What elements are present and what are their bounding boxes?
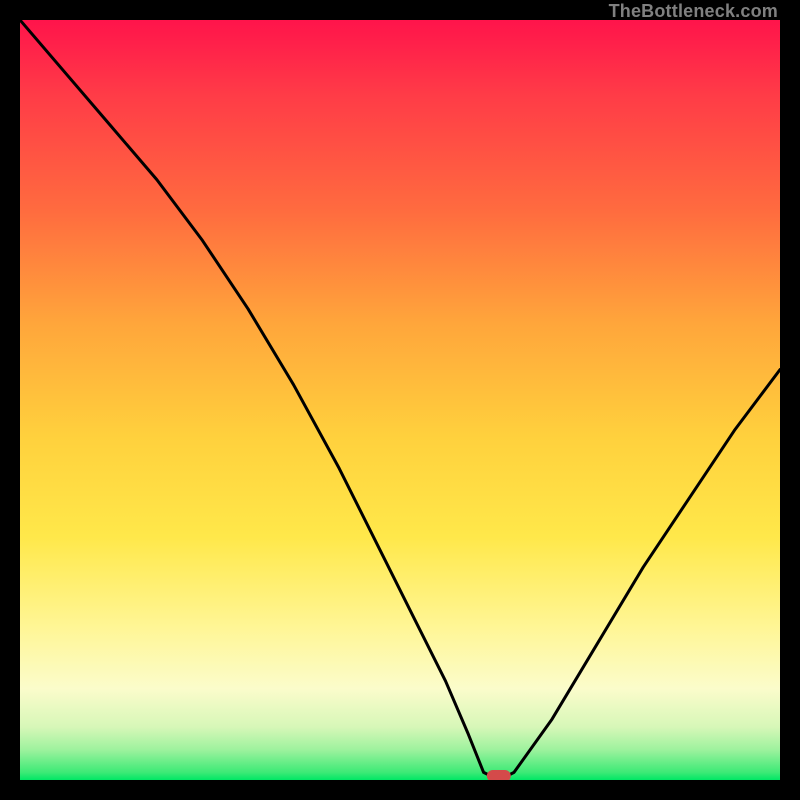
bottleneck-curve-line	[20, 20, 780, 780]
watermark-text: TheBottleneck.com	[609, 1, 778, 22]
chart-svg	[20, 20, 780, 780]
chart-container: TheBottleneck.com	[0, 0, 800, 800]
minimum-marker	[487, 770, 511, 780]
plot-area	[20, 20, 780, 780]
